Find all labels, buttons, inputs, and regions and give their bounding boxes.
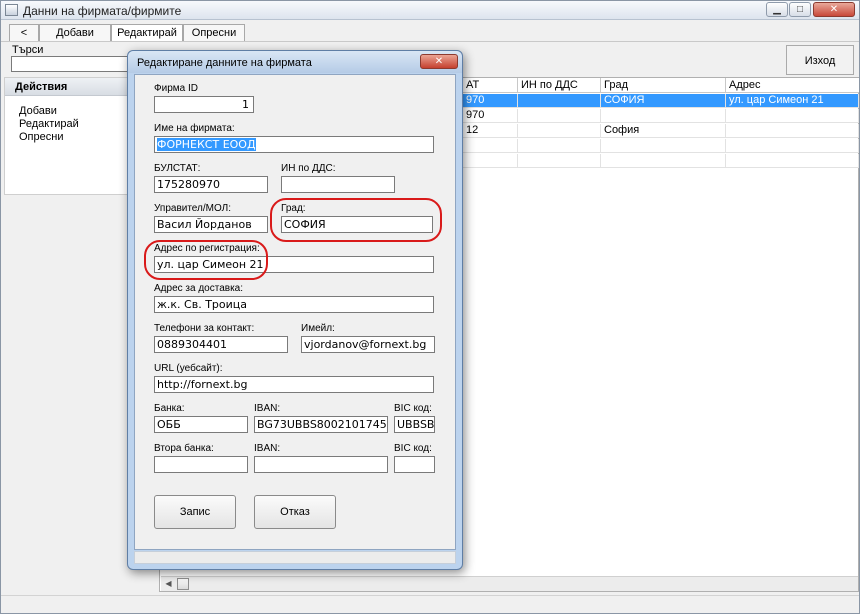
cell-city	[601, 154, 726, 168]
cell-bulstat: 970	[463, 94, 518, 108]
cell-bulstat: 12	[463, 124, 518, 138]
search-input[interactable]	[11, 56, 139, 72]
iban2-field[interactable]	[254, 456, 388, 473]
cell-address	[726, 109, 859, 123]
column-header-city[interactable]: Град	[601, 78, 726, 93]
url-label: URL (уебсайт):	[154, 363, 223, 374]
cell-city	[601, 109, 726, 123]
annotation-address-circle	[144, 240, 268, 280]
dialog-body: Фирма ID 1 Име на фирмата: ФОРНЕКСТ ЕООД…	[134, 74, 456, 550]
save-button[interactable]: Запис	[154, 495, 236, 529]
column-header-vat[interactable]: ИН по ДДС	[518, 78, 601, 93]
cell-bulstat	[463, 139, 518, 153]
scroll-left-icon[interactable]: ◀	[161, 577, 176, 591]
cell-city	[601, 139, 726, 153]
dialog-close-button[interactable]: ✕	[420, 54, 458, 69]
email-label: Имейл:	[301, 323, 335, 334]
firm-id-field[interactable]: 1	[154, 96, 254, 113]
bank2-field[interactable]	[154, 456, 248, 473]
cancel-button[interactable]: Отказ	[254, 495, 336, 529]
cell-city: СОФИЯ	[601, 94, 726, 108]
minimize-button[interactable]: ▁	[766, 2, 788, 17]
iban2-label: IBAN:	[254, 443, 281, 454]
firm-name-field[interactable]: ФОРНЕКСТ ЕООД	[154, 136, 434, 153]
manager-label: Управител/МОЛ:	[154, 203, 231, 214]
cell-vat	[518, 154, 601, 168]
window-titlebar: Данни на фирмата/фирмите ▁ □ ✕	[1, 1, 859, 20]
iban-field[interactable]: BG73UBBS80021017452124	[254, 416, 388, 433]
iban-label: IBAN:	[254, 403, 281, 414]
maximize-button[interactable]: □	[789, 2, 811, 17]
cell-bulstat: 970	[463, 109, 518, 123]
email-field[interactable]: vjordanov@fornext.bg	[301, 336, 435, 353]
actions-header-label: Действия	[15, 81, 68, 93]
tab-edit[interactable]: Редактирай	[111, 24, 183, 41]
horizontal-scrollbar[interactable]: ◀	[161, 576, 858, 591]
bank2-label: Втора банка:	[154, 443, 214, 454]
cell-bulstat	[463, 154, 518, 168]
bic-field[interactable]: UBBSBGSF	[394, 416, 435, 433]
bic2-field[interactable]	[394, 456, 435, 473]
cell-vat	[518, 139, 601, 153]
back-button[interactable]: <	[9, 24, 39, 41]
toolbar: < Добави Редактирай Опресни	[1, 21, 859, 42]
action-edit[interactable]: Редактирай	[19, 118, 79, 130]
exit-button[interactable]: Изход	[786, 45, 854, 75]
vat-label: ИН по ДДС:	[281, 163, 336, 174]
column-header-bulstat[interactable]: АТ	[463, 78, 518, 93]
cell-vat	[518, 124, 601, 138]
firm-id-label: Фирма ID	[154, 83, 198, 94]
delivery-address-label: Адрес за доставка:	[154, 283, 244, 294]
bank-label: Банка:	[154, 403, 185, 414]
cell-vat	[518, 109, 601, 123]
column-header-address[interactable]: Адрес	[726, 78, 859, 93]
cell-address	[726, 124, 859, 138]
dialog-status-strip	[134, 551, 456, 564]
cell-city: София	[601, 124, 726, 138]
status-bar	[1, 595, 859, 613]
bic-label: BIC код:	[394, 403, 432, 414]
firm-name-value: ФОРНЕКСТ ЕООД	[157, 138, 256, 151]
annotation-city-circle	[270, 198, 442, 242]
app-window-icon	[5, 4, 18, 16]
action-refresh[interactable]: Опресни	[19, 131, 63, 143]
manager-field[interactable]: Васил Йорданов	[154, 216, 268, 233]
scroll-thumb[interactable]	[177, 578, 189, 590]
bulstat-label: БУЛСТАТ:	[154, 163, 201, 174]
bic2-label: BIC код:	[394, 443, 432, 454]
action-add[interactable]: Добави	[19, 105, 57, 117]
cell-address	[726, 139, 859, 153]
bank-field[interactable]: ОББ	[154, 416, 248, 433]
cell-address: ул. цар Симеон 21	[726, 94, 859, 108]
tab-refresh[interactable]: Опресни	[183, 24, 245, 41]
delivery-address-field[interactable]: ж.к. Св. Троица	[154, 296, 434, 313]
close-button[interactable]: ✕	[813, 2, 855, 17]
phones-label: Телефони за контакт:	[154, 323, 255, 334]
firm-name-label: Име на фирмата:	[154, 123, 235, 134]
dialog-title: Редактиране данните на фирмата	[137, 57, 312, 69]
bulstat-field[interactable]: 175280970	[154, 176, 268, 193]
edit-firm-dialog: Редактиране данните на фирмата ✕ Фирма I…	[127, 50, 463, 570]
search-label: Търси	[12, 44, 44, 56]
cell-address	[726, 154, 859, 168]
cell-vat	[518, 94, 601, 108]
phones-field[interactable]: 0889304401	[154, 336, 288, 353]
vat-field[interactable]	[281, 176, 395, 193]
window-title: Данни на фирмата/фирмите	[23, 4, 182, 18]
dialog-titlebar: Редактиране данните на фирмата ✕	[128, 51, 462, 73]
url-field[interactable]: http://fornext.bg	[154, 376, 434, 393]
tab-add[interactable]: Добави	[39, 24, 111, 41]
